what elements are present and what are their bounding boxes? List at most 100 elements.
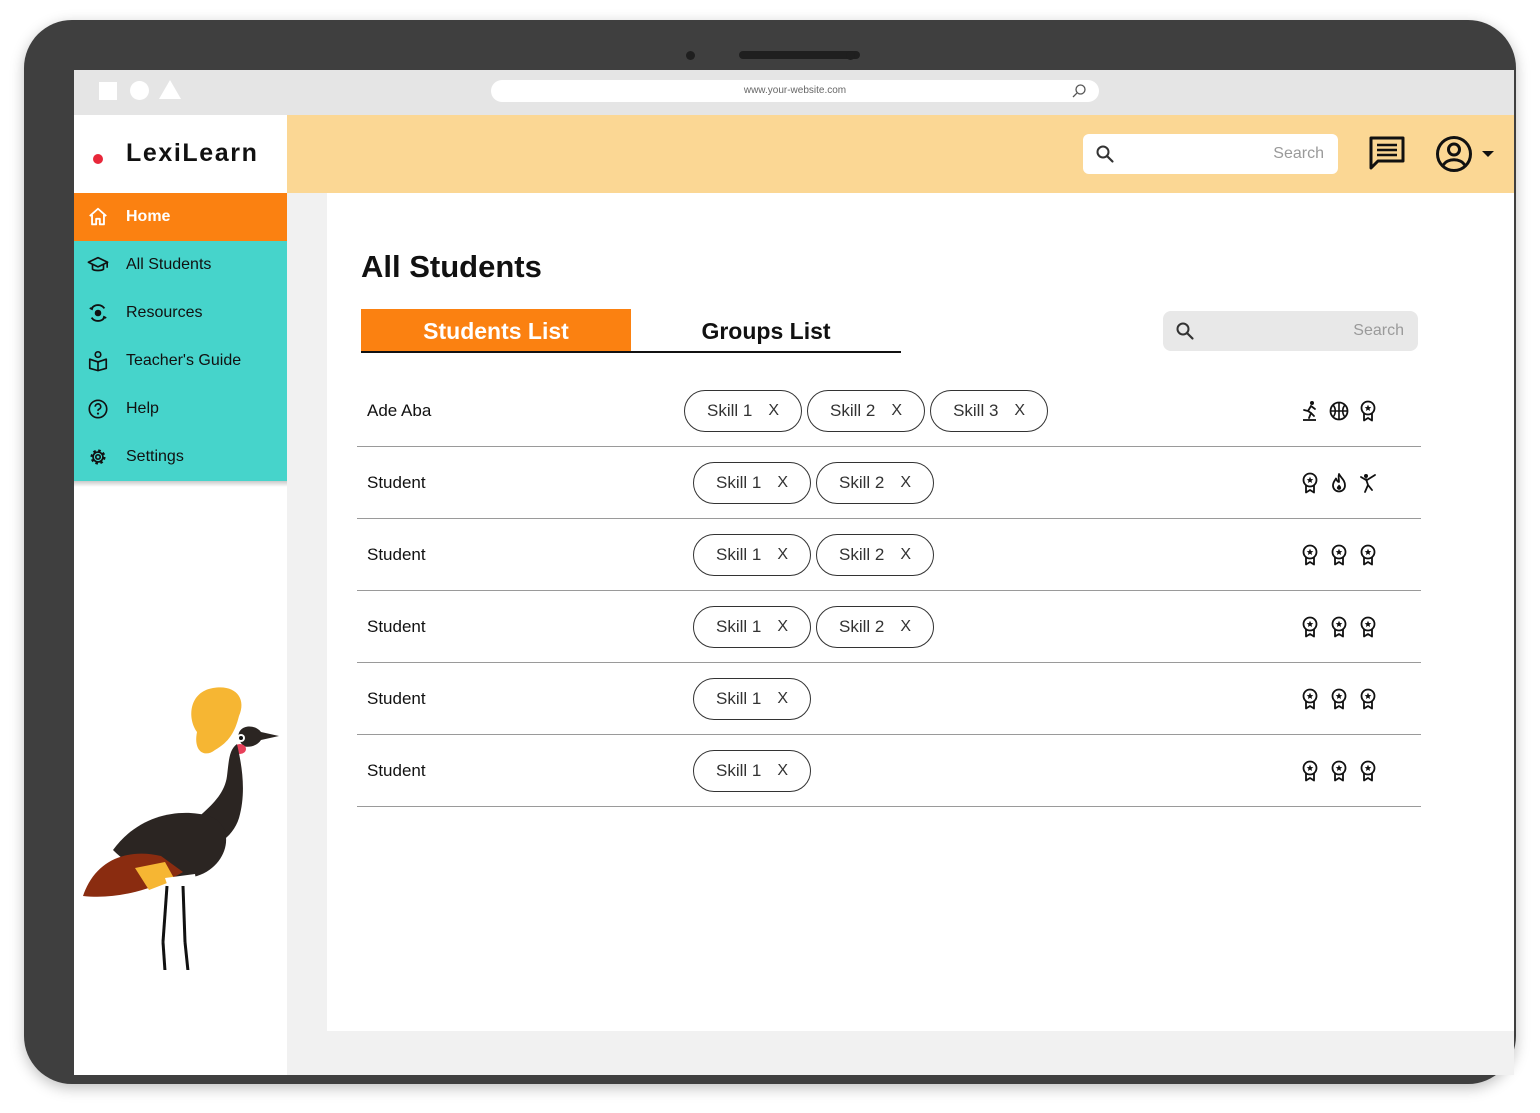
sidebar-item-teachers-guide[interactable]: Teacher's Guide bbox=[74, 337, 287, 385]
table-row[interactable]: Student Skill 1 X bbox=[357, 663, 1421, 735]
remove-skill-button[interactable]: X bbox=[777, 546, 788, 564]
table-row[interactable]: Ade Aba Skill 1 X Skill 2 X Skill 3 X bbox=[357, 375, 1421, 447]
skater-icon bbox=[1303, 401, 1316, 421]
badge-group bbox=[1300, 688, 1378, 710]
user-account-icon[interactable] bbox=[1435, 135, 1473, 173]
skill-chip[interactable]: Skill 2 X bbox=[807, 390, 926, 432]
table-row[interactable]: Student Skill 1 X bbox=[357, 735, 1421, 807]
student-list: Ade Aba Skill 1X Skill 2X Skill 3X Stude… bbox=[357, 375, 1421, 807]
tab-groups-list[interactable]: Groups List bbox=[631, 309, 901, 351]
award-icon bbox=[1302, 688, 1318, 710]
student-name: Student bbox=[367, 545, 426, 564]
skill-chips: Skill 1 X bbox=[693, 678, 812, 720]
logo[interactable]: LexiLearn bbox=[74, 115, 287, 193]
skill-chip[interactable]: Skill 1 X bbox=[693, 462, 812, 504]
book-reader-icon bbox=[88, 351, 108, 372]
student-name: Student bbox=[367, 761, 426, 780]
speaker-grille bbox=[739, 51, 860, 59]
sidebar-item-label: Resources bbox=[126, 304, 203, 321]
skill-chips: Skill 1 X Skill 2 X Skill 3 X bbox=[684, 390, 1049, 432]
skill-chip[interactable]: Skill 1 X bbox=[693, 678, 812, 720]
award-icon bbox=[1302, 760, 1318, 782]
table-row[interactable]: Student Skill 1 X Skill 2 X bbox=[357, 447, 1421, 519]
remove-skill-button[interactable]: X bbox=[891, 402, 902, 420]
sidebar-item-label: All Students bbox=[126, 256, 212, 273]
badge-group bbox=[1300, 760, 1378, 782]
url-search-icon[interactable] bbox=[1071, 83, 1087, 99]
student-name: Student bbox=[367, 689, 426, 708]
header-search-placeholder: Search bbox=[1273, 145, 1324, 162]
logo-dot-icon bbox=[93, 154, 103, 164]
skill-chip[interactable]: Skill 1 X bbox=[693, 606, 812, 648]
top-header: Search bbox=[287, 115, 1514, 193]
chevron-down-icon[interactable] bbox=[1481, 149, 1495, 159]
tab-bar: Students List Groups List bbox=[361, 309, 901, 353]
skill-chips: Skill 1 X Skill 2 X bbox=[693, 462, 935, 504]
skill-chip-label: Skill 2 bbox=[839, 617, 885, 636]
student-search-input[interactable]: Search bbox=[1163, 311, 1418, 351]
skill-chip[interactable]: Skill 1 X bbox=[693, 750, 812, 792]
award-icon bbox=[1331, 760, 1347, 782]
camera-dot bbox=[686, 51, 695, 60]
award-icon bbox=[1302, 616, 1318, 638]
sensor-dot bbox=[846, 51, 855, 60]
student-search-placeholder: Search bbox=[1353, 322, 1404, 339]
gear-icon bbox=[90, 449, 106, 465]
sidebar-item-settings[interactable]: Settings bbox=[74, 433, 287, 481]
award-icon bbox=[1302, 544, 1318, 566]
url-bar[interactable]: www.your-website.com bbox=[491, 80, 1099, 102]
sidebar: LexiLearn Home All Students Resources Te… bbox=[74, 115, 287, 1075]
badge-group bbox=[1300, 616, 1378, 638]
student-name: Student bbox=[367, 473, 426, 492]
table-row[interactable]: Student Skill 1 X Skill 2 X bbox=[357, 591, 1421, 663]
screen: www.your-website.com LexiLearn Home All … bbox=[74, 70, 1514, 1075]
basketball-icon bbox=[1329, 401, 1349, 421]
remove-skill-button[interactable]: X bbox=[900, 618, 911, 636]
martial-arts-icon bbox=[1360, 474, 1376, 493]
remove-skill-button[interactable]: X bbox=[1014, 402, 1025, 420]
remove-skill-button[interactable]: X bbox=[768, 402, 779, 420]
home-icon bbox=[89, 207, 107, 226]
window-circle-control[interactable] bbox=[130, 81, 149, 100]
skill-chip[interactable]: Skill 1 X bbox=[693, 534, 812, 576]
skill-chip-label: Skill 1 bbox=[716, 617, 762, 636]
skill-chip[interactable]: Skill 2 X bbox=[816, 606, 935, 648]
sidebar-nav-shadow bbox=[74, 481, 287, 487]
award-icon bbox=[1360, 688, 1376, 710]
main-panel: All Students Students List Groups List S… bbox=[327, 193, 1514, 1031]
search-icon bbox=[1096, 145, 1114, 163]
skill-chip[interactable]: Skill 2 X bbox=[816, 534, 935, 576]
remove-skill-button[interactable]: X bbox=[900, 474, 911, 492]
award-icon bbox=[1331, 544, 1347, 566]
badge-group bbox=[1300, 472, 1378, 494]
award-icon bbox=[1331, 616, 1347, 638]
remove-skill-button[interactable]: X bbox=[900, 546, 911, 564]
chat-icon[interactable] bbox=[1368, 135, 1406, 171]
help-circle-icon bbox=[88, 399, 108, 419]
award-icon bbox=[1360, 400, 1376, 422]
window-square-control[interactable] bbox=[99, 82, 117, 100]
skill-chip-label: Skill 1 bbox=[707, 401, 753, 420]
sidebar-item-resources[interactable]: Resources bbox=[74, 289, 287, 337]
sidebar-item-help[interactable]: Help bbox=[74, 385, 287, 433]
skill-chip[interactable]: Skill 2 X bbox=[816, 462, 935, 504]
sidebar-item-home[interactable]: Home bbox=[74, 193, 287, 241]
skill-chip[interactable]: Skill 1 X bbox=[684, 390, 803, 432]
skill-chip-label: Skill 1 bbox=[716, 473, 762, 492]
sidebar-item-all-students[interactable]: All Students bbox=[74, 241, 287, 289]
skill-chip-label: Skill 1 bbox=[716, 545, 762, 564]
skill-chip-label: Skill 1 bbox=[716, 761, 762, 780]
page-title: All Students bbox=[361, 249, 542, 284]
remove-skill-button[interactable]: X bbox=[777, 474, 788, 492]
skill-chip[interactable]: Skill 3 X bbox=[930, 390, 1049, 432]
header-search-input[interactable]: Search bbox=[1083, 134, 1338, 174]
table-row[interactable]: Student Skill 1 X Skill 2 X bbox=[357, 519, 1421, 591]
remove-skill-button[interactable]: X bbox=[777, 762, 788, 780]
search-icon bbox=[1176, 322, 1194, 340]
browser-bar: www.your-website.com bbox=[74, 70, 1514, 115]
window-triangle-control[interactable] bbox=[159, 80, 181, 99]
remove-skill-button[interactable]: X bbox=[777, 618, 788, 636]
skill-chip-label: Skill 3 bbox=[953, 401, 999, 420]
remove-skill-button[interactable]: X bbox=[777, 690, 788, 708]
tab-students-list[interactable]: Students List bbox=[361, 309, 631, 351]
